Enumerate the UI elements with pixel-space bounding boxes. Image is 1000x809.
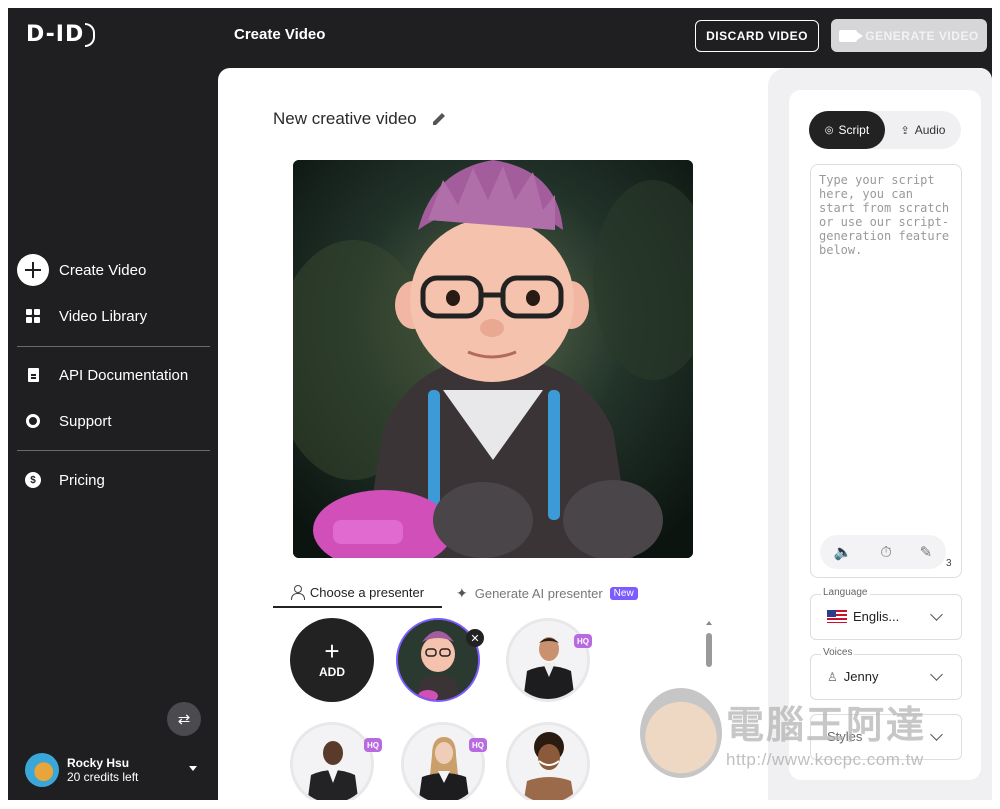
scrollbar-thumb[interactable]	[706, 633, 712, 667]
tab-choose-presenter[interactable]: Choose a presenter	[273, 578, 442, 608]
language-value: Englis...	[853, 609, 900, 624]
lifebuoy-icon	[26, 414, 40, 428]
voices-select[interactable]: Voices ♙ Jenny	[810, 647, 962, 700]
plus-icon: +	[324, 636, 340, 666]
sidebar-item-api-documentation[interactable]: API Documentation	[17, 359, 207, 391]
chevron-down-icon	[930, 728, 943, 741]
presenter-thumbnail	[293, 725, 371, 800]
script-icon: ◎	[824, 124, 834, 136]
document-icon	[27, 368, 39, 382]
user-menu[interactable]: Rocky Hsu 20 credits left	[25, 753, 205, 787]
presenter-tabs: Choose a presenter ✦ Generate AI present…	[273, 578, 653, 608]
person-icon	[290, 585, 305, 600]
ai-generate-icon[interactable]: ✎	[920, 543, 933, 561]
presenter-thumbnail	[509, 725, 587, 800]
pause-timer-icon[interactable]: ⏱	[880, 544, 892, 561]
sidebar-item-label: Create Video	[59, 261, 147, 279]
tab-label: Audio	[914, 123, 946, 137]
script-input[interactable]: Type your script here, you can start fro…	[810, 164, 962, 578]
remove-presenter-button[interactable]: ✕	[466, 629, 484, 647]
presenter-illustration	[293, 160, 693, 558]
language-label: Language	[821, 587, 870, 598]
us-flag-icon	[827, 610, 847, 623]
dollar-icon: $	[25, 472, 41, 488]
sparkle-icon: ✦	[456, 584, 468, 601]
sidebar-item-label: API Documentation	[59, 366, 189, 384]
tab-audio[interactable]: ⇪ Audio	[885, 111, 961, 149]
discard-video-button[interactable]: DISCARD VIDEO	[695, 20, 819, 52]
hq-badge: HQ	[574, 634, 592, 648]
styles-select[interactable]: Styles	[810, 714, 962, 760]
tab-generate-ai-presenter[interactable]: ✦ Generate AI presenter New	[456, 578, 656, 608]
sidebar-item-pricing[interactable]: $ Pricing	[17, 464, 207, 496]
presenter-thumbnail	[509, 621, 587, 699]
generate-video-label: GENERATE VIDEO	[865, 28, 979, 43]
styles-label: Styles	[827, 729, 863, 744]
tab-script[interactable]: ◎ Script	[809, 111, 885, 149]
video-camera-icon	[839, 29, 864, 42]
chevron-down-icon	[930, 668, 943, 681]
presenter-thumbnail	[398, 620, 478, 700]
did-logo[interactable]: D-ID	[26, 22, 96, 47]
sidebar-item-create-video[interactable]: Create Video	[17, 254, 207, 286]
user-credits: 20 credits left	[67, 770, 139, 784]
avatar	[25, 753, 59, 787]
scroll-up-icon	[706, 621, 712, 625]
language-select[interactable]: Language Englis...	[810, 587, 962, 640]
tab-label: Script	[838, 123, 870, 137]
presenter-preview	[293, 160, 693, 558]
page-title: Create Video	[234, 26, 326, 43]
add-label: ADD	[319, 665, 345, 679]
grid-icon	[26, 309, 40, 323]
presenter-grid: + ADD ✕ HQ HQ HQ	[288, 616, 708, 800]
voices-value: Jenny	[843, 669, 879, 684]
script-tools: 🔈 ⏱ ✎	[820, 535, 946, 569]
plus-circle-icon	[17, 254, 49, 286]
sidebar-divider	[17, 450, 210, 451]
sidebar-divider	[17, 346, 210, 347]
user-name: Rocky Hsu	[67, 756, 130, 770]
presenter-option[interactable]	[506, 618, 590, 702]
presenter-option[interactable]	[290, 722, 374, 800]
presenter-thumbnail	[404, 725, 482, 800]
hq-badge: HQ	[469, 738, 487, 752]
voice-preview-icon[interactable]: 🔈	[834, 543, 853, 561]
presenter-option[interactable]	[506, 722, 590, 800]
video-title[interactable]: New creative video	[273, 109, 417, 129]
hq-badge: HQ	[364, 738, 382, 752]
voice-person-icon: ♙	[827, 669, 838, 684]
swap-arrow-button[interactable]: ⇄	[167, 702, 201, 736]
tab-label: Choose a presenter	[309, 584, 425, 600]
voices-label: Voices	[821, 647, 855, 658]
presenter-option[interactable]	[401, 722, 485, 800]
upload-icon: ⇪	[900, 124, 910, 137]
chevron-down-icon	[189, 766, 197, 771]
presenter-option-selected[interactable]	[396, 618, 480, 702]
chevron-down-icon	[930, 608, 943, 621]
tab-label: Generate AI presenter	[474, 585, 603, 601]
sidebar-item-label: Video Library	[59, 307, 148, 325]
generate-video-button[interactable]: GENERATE VIDEO	[831, 19, 987, 52]
pencil-icon[interactable]	[431, 111, 447, 127]
new-badge: New	[609, 586, 638, 600]
app-window: D-ID Create Video DISCARD VIDEO GENERATE…	[8, 8, 992, 800]
character-count: 3	[946, 558, 952, 569]
sidebar-item-video-library[interactable]: Video Library	[17, 300, 207, 332]
sidebar-item-label: Pricing	[59, 471, 105, 489]
add-presenter-button[interactable]: + ADD	[290, 618, 374, 702]
sidebar-item-support[interactable]: Support	[17, 405, 207, 437]
script-audio-toggle: ◎ Script ⇪ Audio	[809, 111, 961, 149]
presenter-scrollbar[interactable]	[706, 621, 712, 800]
swap-arrow-icon: ⇄	[177, 711, 191, 728]
sidebar-item-label: Support	[59, 412, 112, 430]
